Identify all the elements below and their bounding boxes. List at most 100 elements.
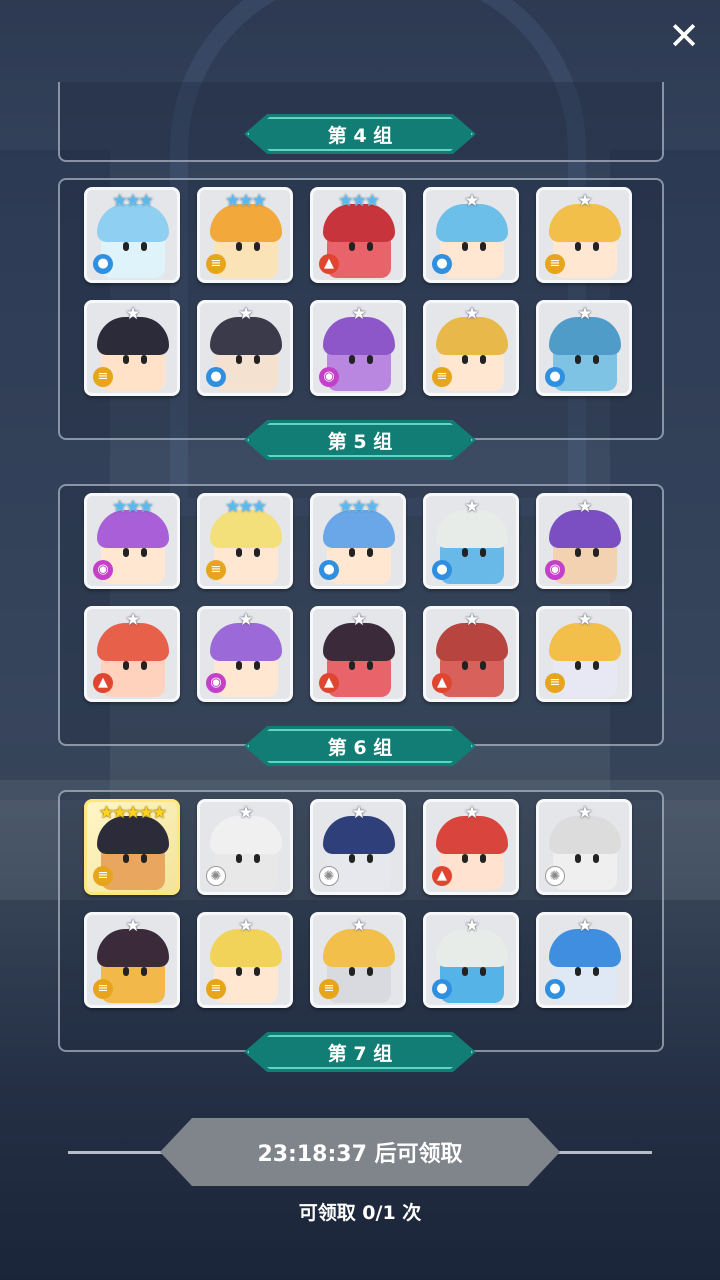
group-label-4: 第 7 组	[244, 1032, 476, 1072]
hero-eye	[462, 242, 468, 251]
hero-eye	[367, 242, 373, 251]
star-rating-icon: ★	[351, 304, 366, 324]
hero-card[interactable]: ★ ✺	[536, 799, 632, 895]
hero-card[interactable]: ★ ▲	[310, 606, 406, 702]
hero-eye	[367, 967, 373, 976]
star-rating-icon: ★★★	[112, 497, 154, 517]
hero-card[interactable]: ★★★ ●	[84, 187, 180, 283]
hero-card[interactable]: ★ ◉	[197, 606, 293, 702]
hero-card[interactable]: ★ ≡	[84, 912, 180, 1008]
hero-card[interactable]: ★ ▲	[423, 799, 519, 895]
hero-card[interactable]: ★ ≡	[310, 912, 406, 1008]
hero-card[interactable]: ★★★ ≡	[197, 493, 293, 589]
group-list[interactable]: 第 4 组 ★★★ ● ★★★ ≡ ★★★ ▲ ★ ● ★ ≡ ★ ≡ ★ ● ★ ◉ ★ ≡ ★ ● 第 5 组 ★…	[0, 82, 720, 1090]
hero-eye	[236, 661, 242, 670]
hero-eye	[575, 355, 581, 364]
star-rating-icon: ★	[577, 610, 592, 630]
hero-eye	[141, 548, 147, 557]
hero-card[interactable]: ★★★★★ ≡	[84, 799, 180, 895]
dark-element-icon: ◉	[545, 560, 565, 580]
hero-eye	[367, 854, 373, 863]
water-element-icon: ●	[432, 254, 452, 274]
hero-eye	[593, 548, 599, 557]
hero-eye	[462, 548, 468, 557]
hero-card[interactable]: ★ ≡	[197, 912, 293, 1008]
hero-eye	[254, 967, 260, 976]
hero-eye	[349, 967, 355, 976]
star-rating-icon: ★★★	[338, 497, 380, 517]
wind-element-icon: ≡	[432, 367, 452, 387]
hero-eye	[462, 355, 468, 364]
hero-card[interactable]: ★ ●	[423, 187, 519, 283]
hero-eye	[480, 854, 486, 863]
hero-eye	[254, 854, 260, 863]
hero-card[interactable]: ★ ●	[197, 300, 293, 396]
hero-card[interactable]: ★ ✺	[310, 799, 406, 895]
hero-eye	[462, 854, 468, 863]
hero-eye	[593, 355, 599, 364]
hero-eye	[575, 242, 581, 251]
divider-left	[68, 1151, 168, 1154]
hero-eye	[236, 548, 242, 557]
hero-eye	[123, 661, 129, 670]
wind-element-icon: ≡	[319, 979, 339, 999]
star-rating-icon: ★	[464, 191, 479, 211]
water-element-icon: ●	[319, 560, 339, 580]
hero-eye	[575, 661, 581, 670]
fire-element-icon: ▲	[432, 866, 452, 886]
fire-element-icon: ▲	[93, 673, 113, 693]
hero-card[interactable]: ★ ●	[536, 300, 632, 396]
hero-eye	[593, 967, 599, 976]
hero-eye	[575, 548, 581, 557]
star-rating-icon: ★	[464, 803, 479, 823]
water-element-icon: ●	[545, 367, 565, 387]
hero-eye	[462, 967, 468, 976]
star-rating-icon: ★	[351, 610, 366, 630]
hero-eye	[236, 967, 242, 976]
close-button[interactable]: ✕	[662, 14, 706, 58]
star-rating-icon: ★	[577, 803, 592, 823]
light-element-icon: ✺	[545, 866, 565, 886]
hero-eye	[123, 355, 129, 364]
hero-card[interactable]: ★ ▲	[84, 606, 180, 702]
hero-card[interactable]: ★ ●	[536, 912, 632, 1008]
hero-card[interactable]: ★ ◉	[536, 493, 632, 589]
hero-eye	[123, 242, 129, 251]
hero-eye	[254, 355, 260, 364]
star-rating-icon: ★★★	[225, 191, 267, 211]
hero-card[interactable]: ★★★ ▲	[310, 187, 406, 283]
star-rating-icon: ★	[577, 304, 592, 324]
water-element-icon: ●	[432, 560, 452, 580]
group-label-3: 第 6 组	[244, 726, 476, 766]
star-rating-icon: ★	[577, 497, 592, 517]
hero-card[interactable]: ★ ✺	[197, 799, 293, 895]
hero-card[interactable]: ★ ●	[423, 493, 519, 589]
hero-card[interactable]: ★ ●	[423, 912, 519, 1008]
hero-eye	[593, 661, 599, 670]
hero-card[interactable]: ★ ≡	[423, 300, 519, 396]
star-rating-icon: ★	[464, 610, 479, 630]
fire-element-icon: ▲	[432, 673, 452, 693]
hero-eye	[480, 661, 486, 670]
hero-card[interactable]: ★ ≡	[84, 300, 180, 396]
hero-card[interactable]: ★★★ ◉	[84, 493, 180, 589]
claim-button[interactable]: 23:18:37 后可领取	[160, 1118, 560, 1186]
close-icon: ✕	[668, 14, 700, 58]
group-panel-3: ★★★★★ ≡ ★ ✺ ★ ✺ ★ ▲ ★ ✺ ★ ≡ ★ ≡ ★ ≡ ★ ● ★ ●	[58, 790, 664, 1052]
dark-element-icon: ◉	[93, 560, 113, 580]
hero-eye	[367, 355, 373, 364]
hero-card[interactable]: ★ ◉	[310, 300, 406, 396]
claim-count-text: 可领取 0/1 次	[298, 1202, 422, 1224]
wind-element-icon: ≡	[206, 560, 226, 580]
group-label-1: 第 4 组	[244, 114, 476, 154]
hero-card[interactable]: ★★★ ●	[310, 493, 406, 589]
hero-eye	[593, 854, 599, 863]
hero-card[interactable]: ★ ≡	[536, 187, 632, 283]
group-label-2: 第 5 组	[244, 420, 476, 460]
hero-card[interactable]: ★★★ ≡	[197, 187, 293, 283]
hero-card[interactable]: ★ ≡	[536, 606, 632, 702]
hero-eye	[141, 967, 147, 976]
hero-card[interactable]: ★ ▲	[423, 606, 519, 702]
water-element-icon: ●	[545, 979, 565, 999]
hero-eye	[236, 355, 242, 364]
